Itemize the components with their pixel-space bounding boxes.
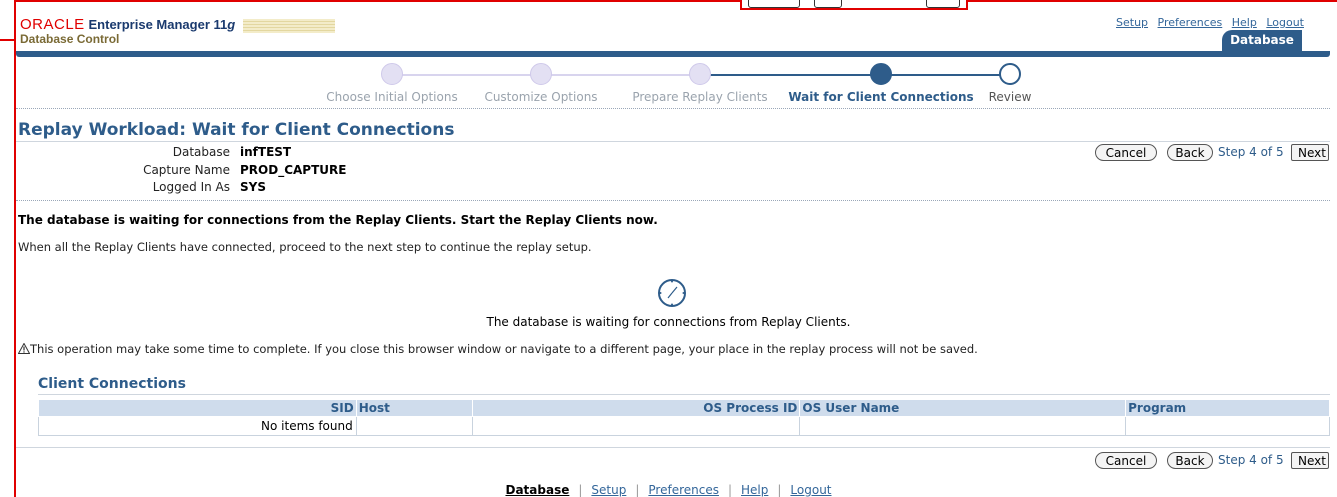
column-header-sid[interactable]: SID: [38, 399, 357, 417]
info-label-capture-name: Capture Name: [143, 163, 230, 177]
table-cell: [355, 416, 473, 436]
info-divider: [16, 200, 1330, 201]
train-divider: [16, 108, 1330, 109]
next-button[interactable]: Next: [1291, 144, 1329, 161]
footer-link-database[interactable]: Database: [505, 483, 569, 497]
global-link-help[interactable]: Help: [1232, 16, 1257, 29]
footer-link-logout[interactable]: Logout: [790, 483, 831, 497]
clock-icon: [658, 279, 686, 307]
footer-link-setup[interactable]: Setup: [591, 483, 626, 497]
step-indicator: Step 4 of 5: [1218, 145, 1284, 159]
train-connector: [541, 74, 700, 76]
column-header-os-process-id[interactable]: OS Process ID: [471, 399, 801, 417]
train-step-label-5: Review: [988, 90, 1032, 104]
product-version-suffix: g: [227, 17, 236, 32]
footer-links: Database | Setup | Preferences | Help | Logout: [505, 483, 832, 497]
empty-table-message: No items found: [38, 416, 357, 436]
train-connector: [881, 74, 1010, 76]
train-step-dot-2[interactable]: [530, 63, 552, 85]
train-step-dot-3[interactable]: [689, 63, 711, 85]
column-header-host[interactable]: Host: [355, 399, 473, 417]
cancel-button[interactable]: Cancel: [1095, 144, 1157, 161]
wizard-train: Choose Initial Options Customize Options P…: [0, 60, 1337, 108]
section-title-client-connections: Client Connections: [38, 376, 186, 392]
cancel-button-bottom[interactable]: Cancel: [1095, 452, 1157, 469]
train-step-dot-1[interactable]: [381, 63, 403, 85]
highlight-frame-notch: [740, 0, 968, 10]
highlight-frame-tick: [0, 39, 15, 41]
back-button-bottom[interactable]: Back: [1167, 452, 1213, 469]
table-cell: [1125, 416, 1330, 436]
client-connections-table: SID Host OS Process ID OS User Name Prog…: [38, 399, 1330, 436]
info-value-capture-name: PROD_CAPTURE: [240, 163, 347, 177]
train-step-dot-5: [999, 63, 1021, 85]
header-rule: [16, 51, 1330, 57]
train-step-label-4: Wait for Client Connections: [788, 90, 974, 104]
table-row: No items found: [38, 416, 1330, 436]
oracle-logo: ORACLE Enterprise Manager 11g: [20, 16, 336, 33]
title-rule: [16, 141, 1330, 142]
oracle-wordmark: ORACLE: [20, 16, 85, 33]
waiting-status-text: The database is waiting for connections …: [486, 315, 851, 329]
page-title: Replay Workload: Wait for Client Connect…: [18, 120, 455, 140]
footer-link-help[interactable]: Help: [741, 483, 768, 497]
instruction-heading: The database is waiting for connections …: [18, 213, 658, 227]
global-links: Setup Preferences Help Logout: [1110, 16, 1304, 29]
global-link-preferences[interactable]: Preferences: [1158, 16, 1223, 29]
column-header-os-user-name[interactable]: OS User Name: [799, 399, 1127, 417]
product-name: Enterprise Manager 11: [88, 17, 228, 32]
train-step-dot-4: [870, 63, 892, 85]
column-header-program[interactable]: Program: [1125, 399, 1330, 417]
section-rule: [38, 394, 1330, 395]
warning-icon: [18, 343, 30, 354]
logo-stripe-bar: [243, 18, 336, 33]
train-connector: [700, 74, 881, 76]
info-value-database: infTEST: [240, 145, 292, 159]
warning-message: This operation may take some time to com…: [18, 342, 978, 356]
train-connector: [392, 74, 541, 76]
global-link-setup[interactable]: Setup: [1116, 16, 1148, 29]
info-value-logged-in-as: SYS: [240, 180, 266, 194]
step-indicator-bottom: Step 4 of 5: [1218, 453, 1284, 467]
product-subtitle: Database Control: [20, 32, 120, 46]
global-link-logout[interactable]: Logout: [1266, 16, 1304, 29]
warning-text: This operation may take some time to com…: [30, 342, 978, 356]
tab-database[interactable]: Database: [1222, 30, 1302, 52]
instruction-text: When all the Replay Clients have connect…: [18, 240, 592, 254]
info-label-database: Database: [172, 145, 230, 159]
train-step-label-2: Customize Options: [484, 90, 598, 104]
footer-rule: [16, 447, 1330, 448]
table-header-row: SID Host OS Process ID OS User Name Prog…: [38, 399, 1330, 417]
table-cell: [799, 416, 1127, 436]
info-label-logged-in-as: Logged In As: [152, 180, 230, 194]
next-button-bottom[interactable]: Next: [1291, 452, 1329, 469]
train-step-label-1: Choose Initial Options: [326, 90, 458, 104]
highlight-frame-top: [14, 0, 1337, 2]
back-button[interactable]: Back: [1167, 144, 1213, 161]
footer-link-preferences[interactable]: Preferences: [648, 483, 719, 497]
table-cell: [471, 416, 801, 436]
train-step-label-3: Prepare Replay Clients: [632, 90, 768, 104]
